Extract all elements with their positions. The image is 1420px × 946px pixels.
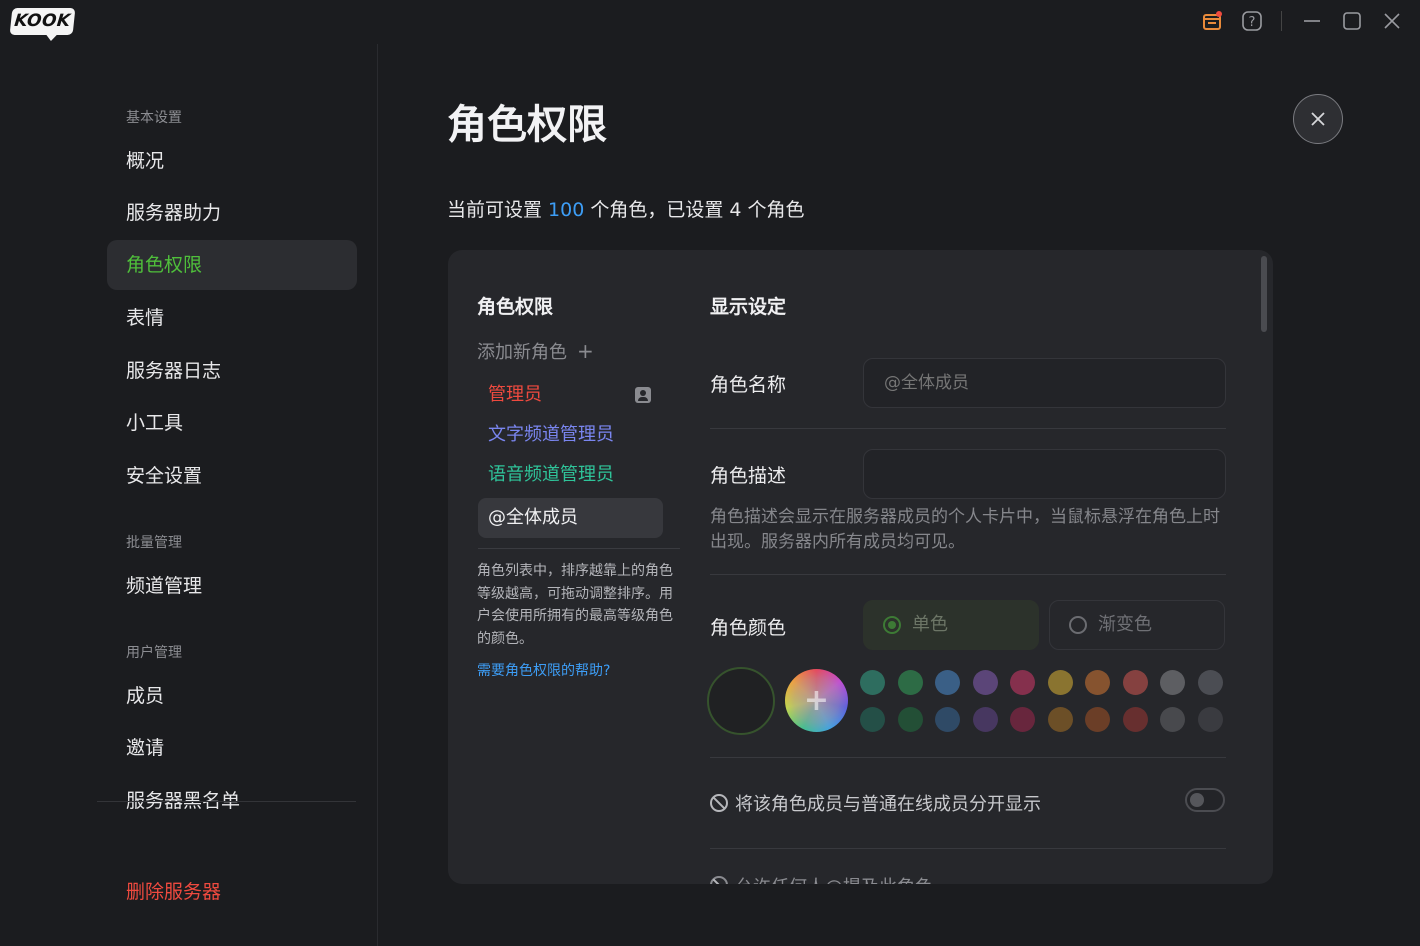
color-swatch[interactable] [1085, 670, 1110, 695]
custom-color-picker[interactable]: + [785, 669, 848, 732]
role-desc-label: 角色描述 [710, 465, 787, 487]
role-name-label: 角色名称 [710, 374, 787, 396]
summary-prefix: 当前可设置 [447, 199, 549, 221]
separate-display-toggle[interactable] [1185, 788, 1225, 812]
sidebar-item-roles[interactable]: 角色权限 [107, 240, 357, 290]
color-mode-gradient[interactable]: 渐变色 [1049, 600, 1225, 650]
sidebar-item-widgets[interactable]: 小工具 [107, 398, 357, 448]
sidebar-item-members[interactable]: 成员 [107, 671, 357, 721]
ban-icon [710, 876, 728, 884]
roles-help-link[interactable]: 需要角色权限的帮助? [477, 660, 610, 680]
divider-name [710, 428, 1226, 429]
mention-label: 允许任何人@提及此角色 [735, 873, 933, 884]
color-swatch[interactable] [897, 670, 923, 695]
sidebar-item-channels[interactable]: 频道管理 [107, 561, 357, 611]
role-color-label: 角色颜色 [710, 617, 787, 639]
mention-row: 允许任何人@提及此角色 [710, 873, 933, 884]
summary-suffix: 个角色 [741, 199, 805, 221]
current-color-preview[interactable] [707, 667, 775, 735]
color-swatch[interactable] [1197, 670, 1223, 695]
roles-column-title: 角色权限 [477, 296, 554, 318]
sidebar-divider [97, 801, 356, 802]
color-swatch[interactable] [972, 670, 998, 695]
sidebar-item-server-log[interactable]: 服务器日志 [107, 346, 357, 396]
radio-empty-icon [1069, 616, 1087, 634]
color-swatch[interactable] [1122, 707, 1148, 732]
section-label-users: 用户管理 [126, 645, 182, 661]
titlebar-separator [1281, 11, 1282, 31]
roles-order-note: 角色列表中，排序越靠上的角色等级越高，可拖动调整排序。用户会使用所拥有的最高等级… [477, 563, 673, 647]
color-swatch[interactable] [897, 707, 923, 732]
summary-middle: 个角色，已设置 [584, 199, 730, 221]
role-item-text-admin[interactable]: 文字频道管理员 [478, 415, 663, 455]
color-mode-solid[interactable]: 单色 [863, 600, 1039, 650]
radio-selected-icon [883, 616, 901, 634]
color-swatch[interactable] [1197, 707, 1223, 732]
kook-logo: KOOK [9, 8, 76, 35]
close-icon [1311, 112, 1325, 126]
help-icon[interactable]: ? [1240, 9, 1264, 33]
role-count-summary: 当前可设置 100 个角色，已设置 4 个角色 [447, 195, 805, 222]
role-desc-input[interactable] [863, 449, 1226, 499]
title-bar: KOOK ? [0, 0, 1420, 44]
section-label-batch: 批量管理 [126, 535, 182, 551]
display-settings-title: 显示设定 [710, 296, 787, 318]
roles-divider [478, 548, 680, 549]
plus-icon: + [577, 339, 594, 363]
add-role-button[interactable]: 添加新角色 + [477, 338, 594, 364]
color-swatch[interactable] [935, 707, 960, 732]
color-swatch[interactable] [1047, 707, 1073, 732]
plus-icon: + [785, 669, 848, 732]
delete-server-button[interactable]: 删除服务器 [107, 867, 357, 917]
divider-separate [710, 848, 1226, 849]
separate-display-label: 将该角色成员与普通在线成员分开显示 [735, 794, 1041, 815]
separate-display-row: 将该角色成员与普通在线成员分开显示 [710, 790, 1041, 816]
color-swatch[interactable] [860, 707, 885, 732]
summary-max: 100 [548, 199, 585, 221]
summary-count: 4 [729, 199, 742, 221]
color-mode-gradient-label: 渐变色 [1098, 614, 1152, 635]
color-swatch[interactable] [972, 707, 998, 732]
role-item-everyone[interactable]: @全体成员 [478, 498, 663, 538]
section-label-basic: 基本设置 [126, 110, 182, 126]
divider-desc [710, 574, 1226, 575]
close-settings-button[interactable] [1293, 94, 1343, 144]
sidebar-item-emoji[interactable]: 表情 [107, 293, 357, 343]
color-swatch[interactable] [935, 670, 960, 695]
role-item-voice-admin[interactable]: 语音频道管理员 [478, 455, 663, 495]
store-icon[interactable] [1200, 9, 1224, 33]
role-member-icon [635, 387, 651, 403]
color-swatch[interactable] [1085, 707, 1110, 732]
panel-scrollbar[interactable] [1261, 256, 1267, 332]
svg-text:?: ? [1249, 15, 1256, 30]
color-swatch[interactable] [1160, 707, 1185, 732]
add-role-label: 添加新角色 [477, 342, 567, 363]
sidebar-item-overview[interactable]: 概况 [107, 136, 357, 186]
color-swatch[interactable] [1122, 670, 1148, 695]
maximize-icon[interactable] [1340, 9, 1364, 33]
role-desc-note: 角色描述会显示在服务器成员的个人卡片中，当鼠标悬浮在角色上时出现。服务器内所有成… [710, 507, 1220, 552]
sidebar-item-security[interactable]: 安全设置 [107, 451, 357, 501]
color-swatch[interactable] [1160, 670, 1185, 695]
color-swatch[interactable] [1047, 670, 1073, 695]
sidebar-item-invites[interactable]: 邀请 [107, 723, 357, 773]
page-title: 角色权限 [447, 102, 607, 148]
color-mode-solid-label: 单色 [912, 614, 948, 635]
minimize-icon[interactable] [1300, 9, 1324, 33]
color-swatch[interactable] [1010, 707, 1035, 732]
divider-color [710, 757, 1226, 758]
close-window-icon[interactable] [1380, 9, 1404, 33]
color-swatch[interactable] [860, 670, 885, 695]
sidebar-item-boost[interactable]: 服务器助力 [107, 188, 357, 238]
role-name-input[interactable] [863, 358, 1226, 408]
color-swatch[interactable] [1010, 670, 1035, 695]
ban-icon [710, 794, 728, 812]
